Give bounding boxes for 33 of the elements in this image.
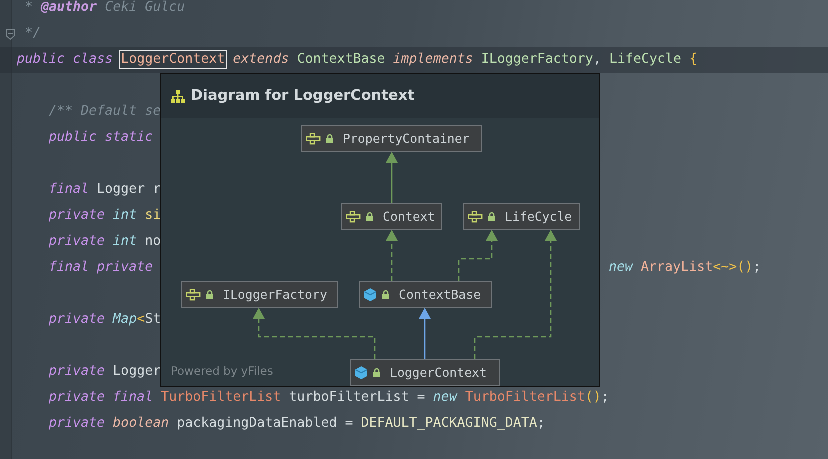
diagram-node[interactable]: ILoggerFactory: [181, 281, 338, 308]
lock-icon: [382, 290, 390, 300]
code-line: final private: [49, 260, 154, 275]
lock-icon: [326, 134, 334, 144]
code-line: public class LoggerContext extends ContextBase implements ILoggerFactory, LifeCycle {: [17, 52, 698, 67]
code-line: final Logger r: [49, 182, 162, 197]
code-line: private Logger: [49, 364, 162, 379]
lock-icon: [488, 212, 496, 222]
code-line: private int si: [49, 208, 162, 223]
popup-title: Diagram for LoggerContext: [191, 88, 415, 104]
lock-icon: [373, 368, 381, 378]
code-line: private boolean packagingDataEnabled = DEFAULT_PACKAGING_DATA;: [49, 416, 546, 431]
lock-icon: [206, 290, 214, 300]
diagram-node[interactable]: LifeCycle: [463, 203, 580, 230]
diagram-node[interactable]: PropertyContainer: [301, 125, 482, 152]
code-line: */: [24, 26, 42, 41]
code-line: * @author Ceki Gulcu: [24, 0, 186, 15]
powered-by-text: Powered by yFiles: [171, 364, 274, 378]
inheritance-arrow: [386, 230, 398, 281]
code-line: new ArrayList<~>();: [609, 259, 762, 277]
fold-icon[interactable]: [6, 29, 15, 40]
inheritance-arrow: [419, 308, 431, 359]
inheritance-arrow: [386, 152, 398, 203]
diagram-node[interactable]: LoggerContext: [350, 359, 500, 386]
diagram-node[interactable]: ContextBase: [359, 281, 492, 308]
code-line: private Map<St: [49, 312, 162, 327]
code-line: /** Default se: [49, 104, 162, 119]
lock-icon: [366, 212, 374, 222]
hierarchy-icon: [171, 90, 185, 102]
diagram-node[interactable]: Context: [341, 203, 442, 230]
code-line: private final TurboFilterList turboFilterList = new TurboFilterList();: [49, 390, 610, 405]
code-line: public static: [49, 130, 154, 145]
code-line: private int no: [49, 234, 162, 249]
